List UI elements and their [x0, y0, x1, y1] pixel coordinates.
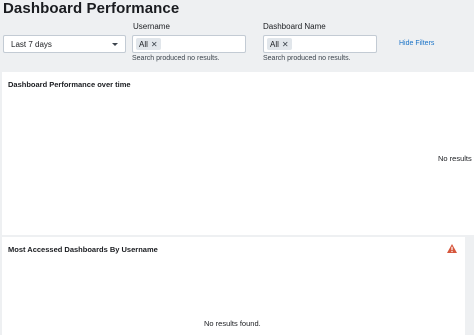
no-results-message: No results found. — [204, 319, 261, 328]
performance-panel: Dashboard Performance over time No resul… — [2, 72, 474, 235]
panel-title: Most Accessed Dashboards By Username — [8, 245, 158, 254]
username-token[interactable]: All ✕ — [136, 38, 161, 50]
page-title: Dashboard Performance — [3, 0, 180, 17]
warning-icon[interactable] — [447, 244, 457, 253]
time-range-value: Last 7 days — [11, 39, 52, 49]
close-icon[interactable]: ✕ — [282, 40, 289, 49]
dashboard-name-token[interactable]: All ✕ — [267, 38, 292, 50]
panel-title: Dashboard Performance over time — [8, 80, 131, 89]
time-range-picker[interactable]: Last 7 days — [3, 35, 126, 53]
username-token-label: All — [139, 39, 148, 49]
username-multiselect[interactable]: All ✕ — [132, 35, 246, 53]
most-accessed-panel: Most Accessed Dashboards By Username No … — [2, 237, 465, 335]
dashboard-name-help-text: Search produced no results. — [263, 55, 351, 62]
close-icon[interactable]: ✕ — [151, 40, 158, 49]
no-results-message: No results f — [438, 154, 474, 163]
username-label: Username — [133, 22, 170, 31]
username-help-text: Search produced no results. — [132, 55, 220, 62]
dashboard-name-token-label: All — [270, 39, 279, 49]
hide-filters-link[interactable]: Hide Filters — [399, 40, 434, 47]
chevron-down-icon — [112, 43, 118, 46]
dashboard-name-label: Dashboard Name — [263, 22, 326, 31]
dashboard-name-multiselect[interactable]: All ✕ — [263, 35, 377, 53]
